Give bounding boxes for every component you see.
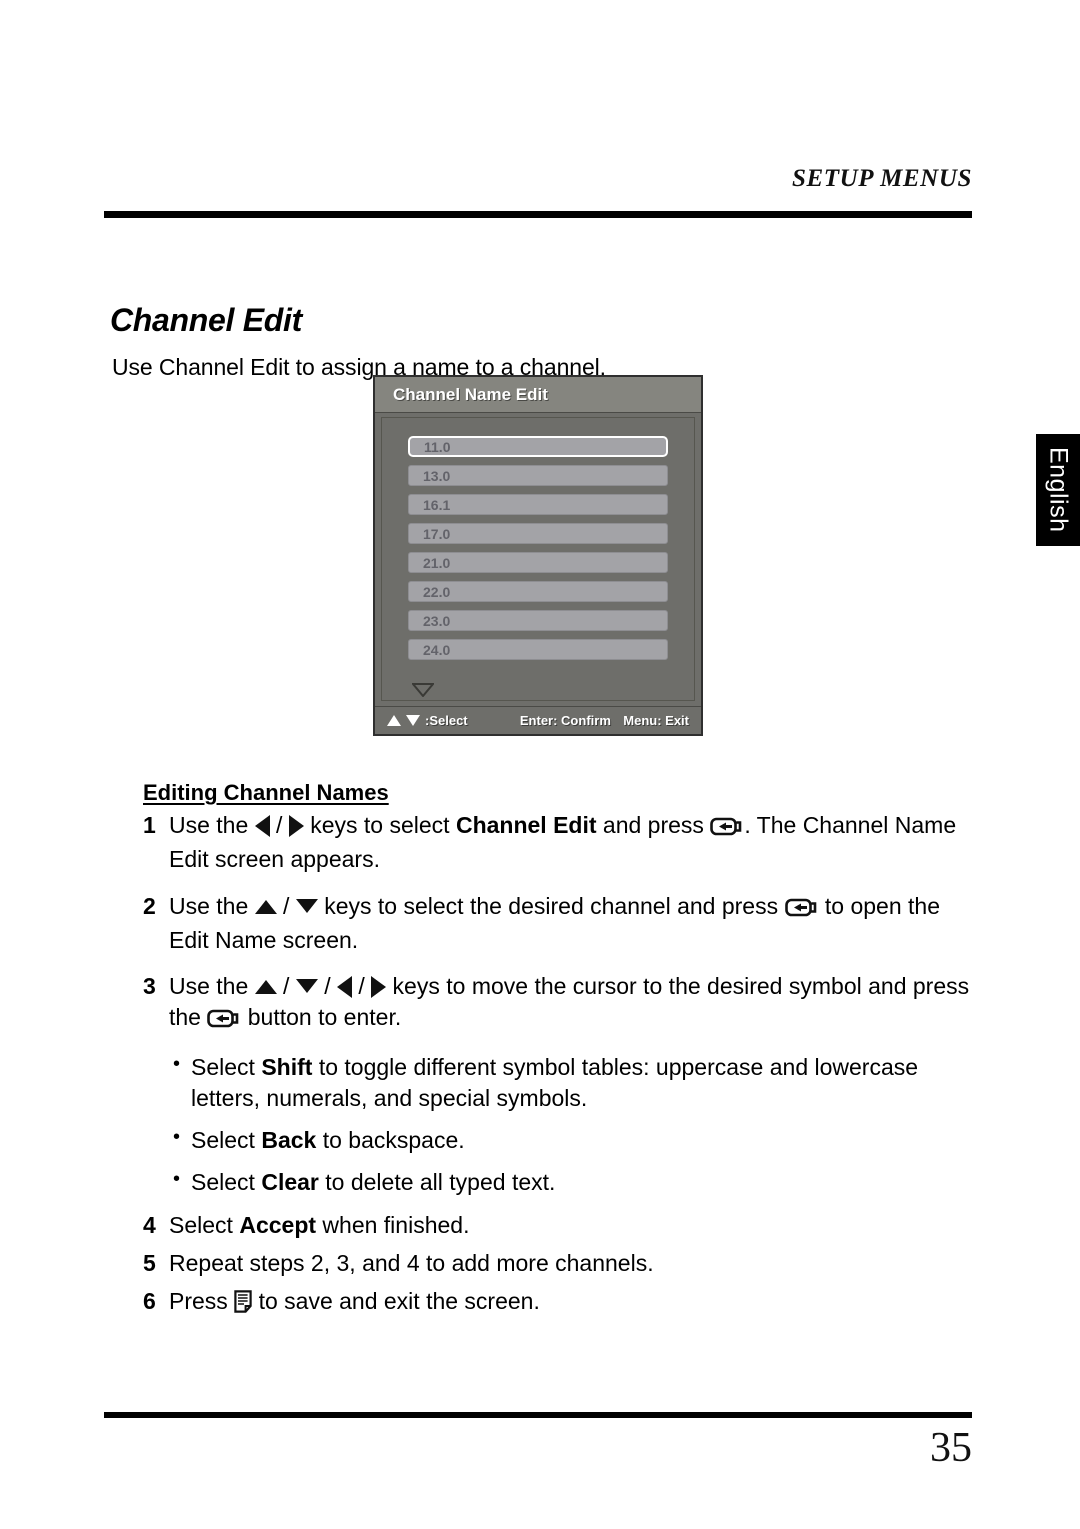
language-side-tab-label: English [1044,447,1073,533]
emphasis-term: Shift [261,1054,313,1081]
right-arrow-key-icon [288,815,304,837]
instruction-step: 5 Repeat steps 2, 3, and 4 to add more ch… [143,1248,973,1278]
instruction-step: 4 Select Accept when finished. [143,1210,973,1240]
header-rule [104,211,972,218]
emphasis-term: Clear [261,1169,319,1196]
channel-row-label: 21.0 [423,554,451,571]
step-text: Repeat steps 2, 3, and 4 to add more cha… [169,1249,654,1276]
step-number: 4 [143,1211,156,1238]
channel-row-label: 23.0 [423,612,451,629]
channel-row-label: 16.1 [423,496,451,513]
subsection-heading: Editing Channel Names [143,780,389,806]
running-header-title: SETUP MENUS [791,165,972,192]
down-arrow-key-icon [295,898,318,913]
step-text: Use the / keys to select the desired cha… [169,892,940,954]
step-text: Use the / / / keys to move the cursor to… [169,971,973,1036]
osd-hint-exit-label: Menu: Exit [623,713,689,728]
emphasis-term: Accept [239,1211,317,1238]
bullet-marker: • [173,1053,181,1076]
channel-row-label: 17.0 [423,525,451,542]
enter-key-icon [207,1006,241,1036]
bullet-text: Select Shift to toggle different symbol … [191,1054,919,1111]
channel-row-label: 22.0 [423,583,451,600]
channel-row[interactable]: 21.0 [408,552,668,573]
up-arrow-key-icon [254,899,277,914]
list-item: • Select Shift to toggle different symbol… [143,1052,973,1113]
page-title: Channel Edit [110,302,302,339]
channel-row[interactable]: 24.0 [408,639,668,660]
bullet-text: Select Clear to delete all typed text. [191,1169,556,1196]
list-item: • Select Back to backspace. [143,1125,973,1155]
step-number: 6 [143,1288,156,1315]
running-header: SETUP MENUS [104,165,972,193]
emphasis-term: Back [261,1126,317,1153]
up-arrow-key-icon [254,980,277,995]
step-text: Select Accept when finished. [169,1211,470,1238]
channel-row[interactable]: 16.1 [408,494,668,515]
osd-footer-hints: :Select Enter: Confirm Menu: Exit [375,706,701,734]
osd-hint-confirm-label: Enter: Confirm [519,713,611,728]
instruction-step: 1 Use the / keys to select Channel Edit a… [143,810,973,875]
enter-key-icon [710,814,744,844]
bullet-text: Select Back to backspace. [191,1126,465,1153]
channel-row[interactable]: 13.0 [408,465,668,486]
right-arrow-key-icon [371,976,387,999]
osd-hint-select-label: :Select [425,713,468,728]
step-number: 3 [143,973,156,1000]
channel-row-label: 24.0 [423,641,451,658]
instruction-steps: 1 Use the / keys to select Channel Edit a… [143,810,973,1337]
osd-channel-list[interactable]: 11.0 13.0 16.1 17.0 21.0 22.0 23.0 24.0 [381,417,695,701]
osd-hint-select: :Select [387,713,520,728]
bullet-marker: • [173,1168,181,1191]
emphasis-term: Channel Edit [455,812,597,838]
channel-row[interactable]: 23.0 [408,610,668,631]
channel-row[interactable]: 17.0 [408,523,668,544]
enter-key-icon [784,895,819,925]
bullet-marker: • [173,1125,181,1148]
down-arrow-icon [406,715,420,726]
step-number: 5 [143,1249,156,1276]
osd-channel-name-edit-panel: Channel Name Edit 11.0 13.0 16.1 17.0 21.0 22… [373,375,703,736]
step-number: 1 [143,812,156,838]
step-number: 2 [143,892,156,919]
step-text: Press to save and exit the screen. [169,1286,973,1320]
instruction-bullet-list: • Select Shift to toggle different symbol… [143,1052,973,1197]
osd-title: Channel Name Edit [393,384,548,404]
list-item: • Select Clear to delete all typed text. [143,1167,973,1197]
language-side-tab: English [1036,434,1080,546]
instruction-step: 3 Use the / / / keys to move the cursor t… [143,971,973,1036]
channel-row[interactable]: 11.0 [408,436,668,457]
channel-row[interactable]: 22.0 [408,581,668,602]
osd-titlebar: Channel Name Edit [375,377,701,413]
page-number: 35 [930,1425,972,1471]
channel-row-label: 11.0 [424,438,451,455]
menu-key-icon [234,1290,252,1320]
up-arrow-icon [387,715,401,726]
instruction-step: 6 Press to save and exit the screen. [143,1286,973,1320]
left-arrow-key-icon [254,815,270,837]
left-arrow-key-icon [337,976,352,999]
down-arrow-key-icon [295,979,318,994]
footer-rule [104,1412,972,1418]
channel-row-label: 13.0 [423,467,451,484]
step-text: Use the / keys to select Channel Edit an… [169,812,957,873]
instruction-step: 2 Use the / keys to select the desired ch… [143,891,973,956]
